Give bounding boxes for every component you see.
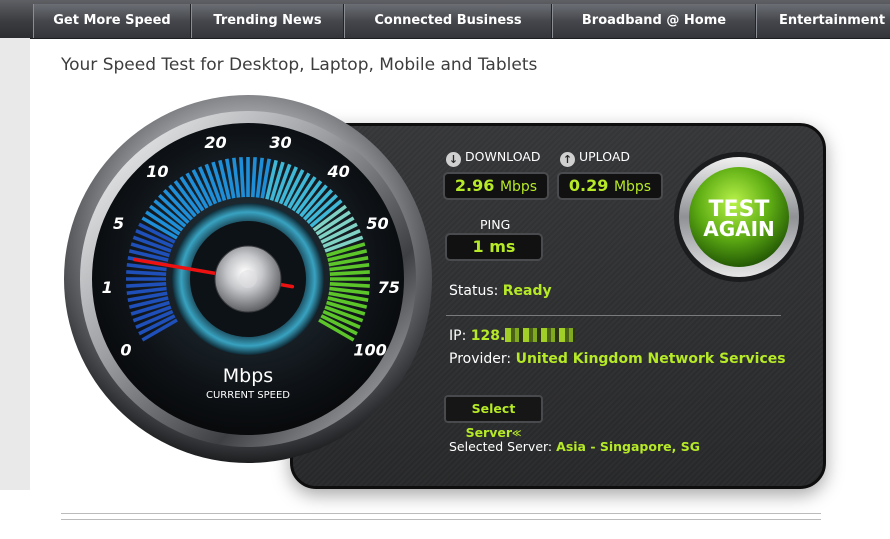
download-unit: Mbps: [499, 179, 538, 195]
chevron-double-down-icon: ≪: [512, 429, 522, 439]
gauge-scale-label: 75: [378, 278, 400, 297]
gauge-scale-label: 20: [204, 133, 226, 152]
provider-row: Provider: United Kingdom Network Service…: [449, 351, 786, 367]
ip-row: IP: 128.: [449, 328, 576, 344]
status-value: Ready: [502, 283, 552, 299]
ip-value: 128.: [470, 328, 506, 344]
gauge-scale-label: 10: [146, 162, 168, 181]
top-navigation: Get More Speed Trending News Connected B…: [0, 0, 890, 39]
bottom-rule: [61, 513, 821, 520]
gauge-scale-label: 100: [353, 341, 386, 360]
selected-server-row: Selected Server: Asia - Singapore, SG: [449, 439, 700, 454]
ping-label: PING: [480, 217, 511, 232]
selected-server-value: Asia - Singapore, SG: [556, 439, 700, 454]
nav-item-entertainment[interactable]: Entertainment: [756, 4, 890, 38]
gauge-tick: [329, 270, 370, 277]
gauge-scale-label: 5: [113, 214, 124, 233]
arrow-up-circle-icon: ↑: [560, 152, 575, 167]
page-title: Your Speed Test for Desktop, Laptop, Mob…: [61, 55, 538, 75]
provider-label: Provider:: [449, 351, 512, 367]
ping-value: 1 ms: [472, 237, 516, 256]
gauge-unit-label: Mbps: [223, 365, 273, 387]
download-value-box: 2.96 Mbps: [443, 172, 549, 200]
nav-item-broadband-home[interactable]: Broadband @ Home: [552, 4, 756, 38]
nav-item-connected-business[interactable]: Connected Business: [344, 4, 552, 38]
gauge-scale-label: 40: [327, 162, 350, 181]
selected-server-label: Selected Server:: [449, 439, 553, 454]
provider-value: United Kingdom Network Services: [515, 351, 786, 367]
ip-redacted-mask: [505, 328, 576, 342]
ip-label: IP:: [449, 328, 467, 344]
gauge-scale-label: 1: [102, 278, 113, 297]
gauge-tick: [126, 281, 167, 288]
gauge-tick: [126, 270, 167, 277]
panel-divider: [446, 315, 781, 316]
test-again-button[interactable]: TEST AGAIN: [672, 150, 806, 284]
gauge-tick: [250, 157, 257, 198]
gauge-caption: CURRENT SPEED: [206, 390, 290, 401]
upload-unit: Mbps: [613, 179, 652, 195]
upload-label: UPLOAD: [579, 149, 631, 164]
gauge-tick: [239, 157, 246, 198]
test-again-label-line2: AGAIN: [703, 217, 775, 241]
upload-label-row: ↑ UPLOAD: [560, 149, 630, 167]
status-row: Status: Ready: [449, 283, 552, 299]
select-server-label: Select Server: [465, 401, 516, 440]
download-value: 2.96: [454, 176, 495, 195]
gauge-scale-label: 50: [366, 214, 388, 233]
gauge-tick: [329, 281, 370, 288]
upload-value-box: 0.29 Mbps: [557, 172, 663, 200]
speed-gauge: 0 1 5 10 20 30 40 50 75 100 Mbps CURRENT SPEED: [64, 95, 432, 463]
upload-value: 0.29: [568, 176, 609, 195]
download-label-row: ↓ DOWNLOAD: [446, 149, 541, 167]
nav-item-trending-news[interactable]: Trending News: [191, 4, 344, 38]
status-label: Status:: [449, 283, 499, 299]
left-sidebar-strip: [0, 38, 30, 490]
gauge-scale-label: 30: [269, 133, 291, 152]
arrow-down-circle-icon: ↓: [446, 152, 461, 167]
ping-value-box: 1 ms: [445, 233, 543, 261]
select-server-button[interactable]: Select Server≪: [444, 395, 543, 440]
gauge-scale-label: 0: [120, 341, 131, 360]
download-label: DOWNLOAD: [465, 149, 541, 164]
nav-item-get-more-speed[interactable]: Get More Speed: [33, 4, 191, 38]
